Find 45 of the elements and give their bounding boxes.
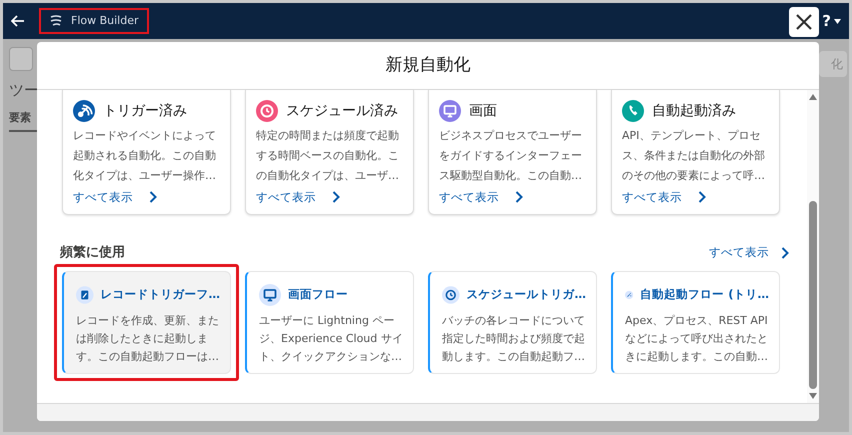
flow-type-card[interactable]: 自動起動フロー (トリ… Apex、プロセス、REST API などによって呼び出されたときに起動します。この自動… — [611, 270, 780, 374]
flow-type-description: ユーザーに Lightning ページ、Experience Cloud サイト、クイックアクションな… — [259, 312, 403, 364]
flow-type-description: バッチの各レコードについて指定した時間および頻度で起動します。この自動起動フ… — [442, 312, 586, 364]
view-all-link[interactable]: すべて表示 — [439, 188, 523, 206]
chevron-right-icon — [149, 191, 157, 204]
scroll-down-icon[interactable] — [809, 393, 817, 399]
view-all-link[interactable]: すべて表示 — [73, 188, 157, 206]
category-title: トリガー済み — [103, 102, 187, 120]
flow-type-description: レコードを作成、更新、または削除したときに起動します。この自動起動フローは… — [76, 312, 220, 364]
scrollbar[interactable] — [807, 90, 819, 403]
view-all-link[interactable]: すべて表示 — [622, 188, 706, 206]
view-all-link[interactable]: すべて表示 — [709, 244, 789, 262]
category-description: API、テンプレート、プロセス、条件または自動化の外部のその他の要素によって呼… — [622, 128, 766, 184]
category-description: 特定の時間または頻度で起動する時間ベースの自動化。この自動化タイプは、ユーザ… — [256, 128, 400, 184]
help-button[interactable]: ? — [822, 10, 831, 32]
chevron-right-icon — [781, 246, 789, 259]
monitor-icon — [259, 284, 281, 306]
category-title: 自動起動済み — [652, 102, 736, 120]
chevron-right-icon — [698, 191, 706, 204]
category-description: ビジネスプロセスでユーザーをガイドするインターフェース駆動型自動化。この自動… — [439, 128, 583, 184]
flow-type-title: 自動起動フロー (トリ… — [640, 286, 769, 303]
flow-type-title: スケジュールトリガ… — [466, 286, 586, 303]
chevron-right-icon — [515, 191, 523, 204]
close-button[interactable] — [789, 7, 819, 37]
category-title: スケジュール済み — [286, 102, 398, 120]
flow-type-title: 画面フロー — [288, 286, 348, 303]
flow-icon — [49, 14, 63, 28]
clipboard-icon — [76, 284, 94, 306]
flow-type-card[interactable]: レコードトリガーフ… レコードを作成、更新、または削除したときに起動します。この自動起動フローは… — [62, 270, 231, 374]
category-description: レコードやイベントによって起動される自動化。この自動化タイプは、ユーザー操作… — [73, 128, 217, 184]
category-title: 画面 — [469, 102, 497, 120]
back-arrow-icon[interactable] — [11, 15, 25, 27]
flow-type-title: レコードトリガーフ… — [100, 286, 220, 303]
scroll-up-icon[interactable] — [809, 94, 817, 100]
flow-type-card[interactable]: スケジュールトリガ… バッチの各レコードについて指定した時間および頻度で起動します。この自動起動フ… — [428, 270, 597, 374]
view-all-link[interactable]: すべて表示 — [256, 188, 340, 206]
section-heading: 頻繁に使用 — [60, 244, 125, 262]
caret-icon[interactable] — [834, 18, 841, 24]
flow-type-description: Apex、プロセス、REST API などによって呼び出されたときに起動します。この自動… — [625, 312, 769, 364]
modal-title: 新規自動化 — [37, 42, 819, 90]
close-icon — [795, 13, 813, 31]
chevron-right-icon — [332, 191, 340, 204]
clock-icon — [442, 284, 460, 306]
flow-type-card[interactable]: 画面フロー ユーザーに Lightning ページ、Experience Cloud サイト、クイックアクションな… — [245, 270, 414, 374]
app-title: Flow Builder — [71, 12, 139, 29]
